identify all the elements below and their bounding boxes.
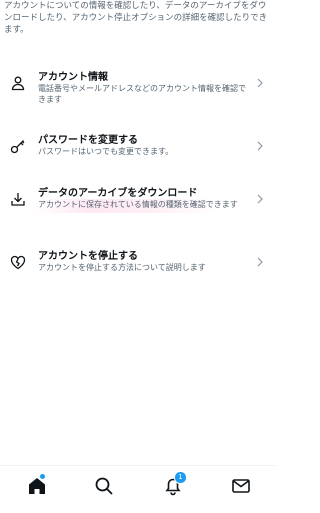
item-title: パスワードを変更する: [38, 135, 138, 146]
chevron-right-icon: [256, 78, 264, 88]
tab-notifications[interactable]: 1: [163, 471, 187, 498]
item-title: アカウントを停止する: [38, 251, 138, 262]
tab-home[interactable]: [27, 474, 49, 498]
home-icon: [27, 476, 49, 496]
settings-item-account-info[interactable]: アカウント情報 電話番号やメールアドレスなどのアカウント情報を確認できます: [0, 71, 276, 121]
item-description: 電話番号やメールアドレスなどのアカウント情報を確認できます: [38, 84, 246, 104]
item-description: パスワードはいつでも変更できます。: [38, 147, 174, 156]
settings-item-download-archive[interactable]: データのアーカイブをダウンロード アカウントに保存されている情報の種類を確認でき…: [0, 187, 276, 237]
settings-item-deactivate-account[interactable]: アカウントを停止する アカウントを停止する方法について説明します: [0, 250, 276, 300]
chevron-right-icon: [256, 194, 264, 204]
person-icon: [10, 75, 26, 91]
intro-description: アカウントについての情報を確認したり、データのアーカイブをダウンロードしたり、ア…: [4, 1, 268, 35]
bottom-tab-bar: 1: [0, 465, 276, 513]
chevron-right-icon: [256, 141, 264, 151]
chevron-right-icon: [256, 257, 264, 267]
item-description: アカウントに保存されている情報の種類を確認できます: [38, 200, 238, 209]
key-icon: [10, 138, 26, 154]
item-title: アカウント情報: [38, 72, 108, 83]
settings-item-change-password[interactable]: パスワードを変更する パスワードはいつでも変更できます。: [0, 134, 276, 184]
notification-badge: 1: [174, 471, 187, 484]
new-content-dot: [40, 474, 45, 479]
download-icon: [10, 191, 26, 207]
search-icon: [94, 476, 116, 496]
item-title: データのアーカイブをダウンロード: [38, 188, 198, 199]
broken-heart-icon: [10, 254, 26, 270]
tab-messages[interactable]: [231, 476, 253, 498]
messages-icon: [231, 476, 253, 496]
tab-search[interactable]: [94, 476, 116, 498]
item-description: アカウントを停止する方法について説明します: [38, 263, 206, 272]
